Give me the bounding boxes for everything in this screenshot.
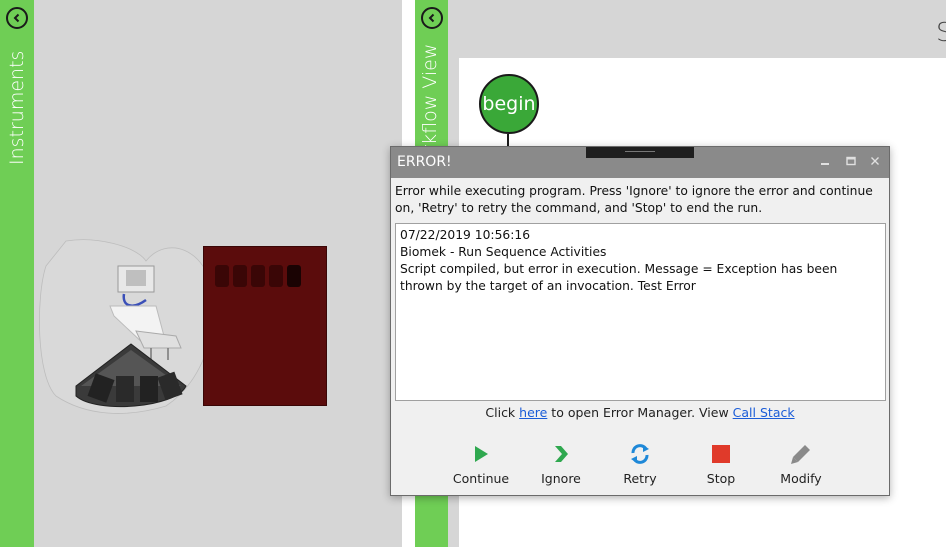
retry-button[interactable]: Retry: [605, 439, 675, 489]
reservoir-plate: [203, 246, 327, 406]
error-dialog: ERROR! Error while executing program. Pr…: [390, 146, 890, 496]
maximize-icon: [846, 156, 856, 166]
minimize-button[interactable]: [815, 153, 835, 171]
ignore-label: Ignore: [541, 471, 581, 486]
ignore-button[interactable]: Ignore: [526, 439, 596, 489]
log-line: Script compiled, but error in execution.…: [400, 262, 842, 293]
continue-label: Continue: [452, 471, 510, 486]
error-log: 07/22/2019 10:56:16 Biomek - Run Sequenc…: [395, 223, 886, 401]
close-icon: [871, 157, 879, 165]
workflow-header: [448, 0, 946, 58]
error-message: Error while executing program. Press 'Ig…: [395, 184, 873, 215]
chevron-right-icon: [555, 446, 568, 462]
log-line: 07/22/2019 10:56:16: [400, 228, 531, 242]
stop-button[interactable]: Stop: [686, 439, 756, 489]
workflow-title: S: [936, 18, 946, 48]
links-prefix: Click: [485, 405, 520, 420]
dialog-title: ERROR!: [397, 154, 452, 170]
dialog-titlebar[interactable]: ERROR!: [391, 147, 889, 178]
begin-node[interactable]: begin: [479, 74, 539, 134]
call-stack-link[interactable]: Call Stack: [733, 405, 795, 420]
maximize-button[interactable]: [841, 153, 861, 171]
error-links: Click here to open Error Manager. View C…: [391, 405, 889, 420]
error-manager-link[interactable]: here: [519, 405, 547, 420]
stop-label: Stop: [706, 471, 736, 486]
links-middle: to open Error Manager. View: [547, 405, 733, 420]
workflow-collapse-button[interactable]: [421, 7, 443, 29]
retry-label: Retry: [623, 471, 657, 486]
play-icon: [475, 446, 488, 462]
deck-illustration: [39, 239, 215, 414]
minimize-icon: [821, 163, 829, 165]
instruments-collapse-button[interactable]: [6, 7, 28, 29]
pencil-icon: [791, 445, 810, 464]
modify-button[interactable]: Modify: [766, 439, 836, 489]
modify-label: Modify: [780, 471, 822, 486]
instruments-panel-label: Instruments: [6, 50, 28, 165]
drag-handle[interactable]: [586, 147, 694, 158]
app-root: Instruments Workflow View S begin ERROR!…: [0, 0, 946, 547]
continue-button[interactable]: Continue: [446, 439, 516, 489]
stop-icon: [712, 445, 730, 463]
chevron-left-icon: [428, 13, 435, 23]
refresh-icon: [631, 444, 649, 464]
close-button[interactable]: [865, 153, 885, 171]
chevron-left-icon: [13, 13, 20, 23]
log-line: Biomek - Run Sequence Activities: [400, 245, 607, 259]
